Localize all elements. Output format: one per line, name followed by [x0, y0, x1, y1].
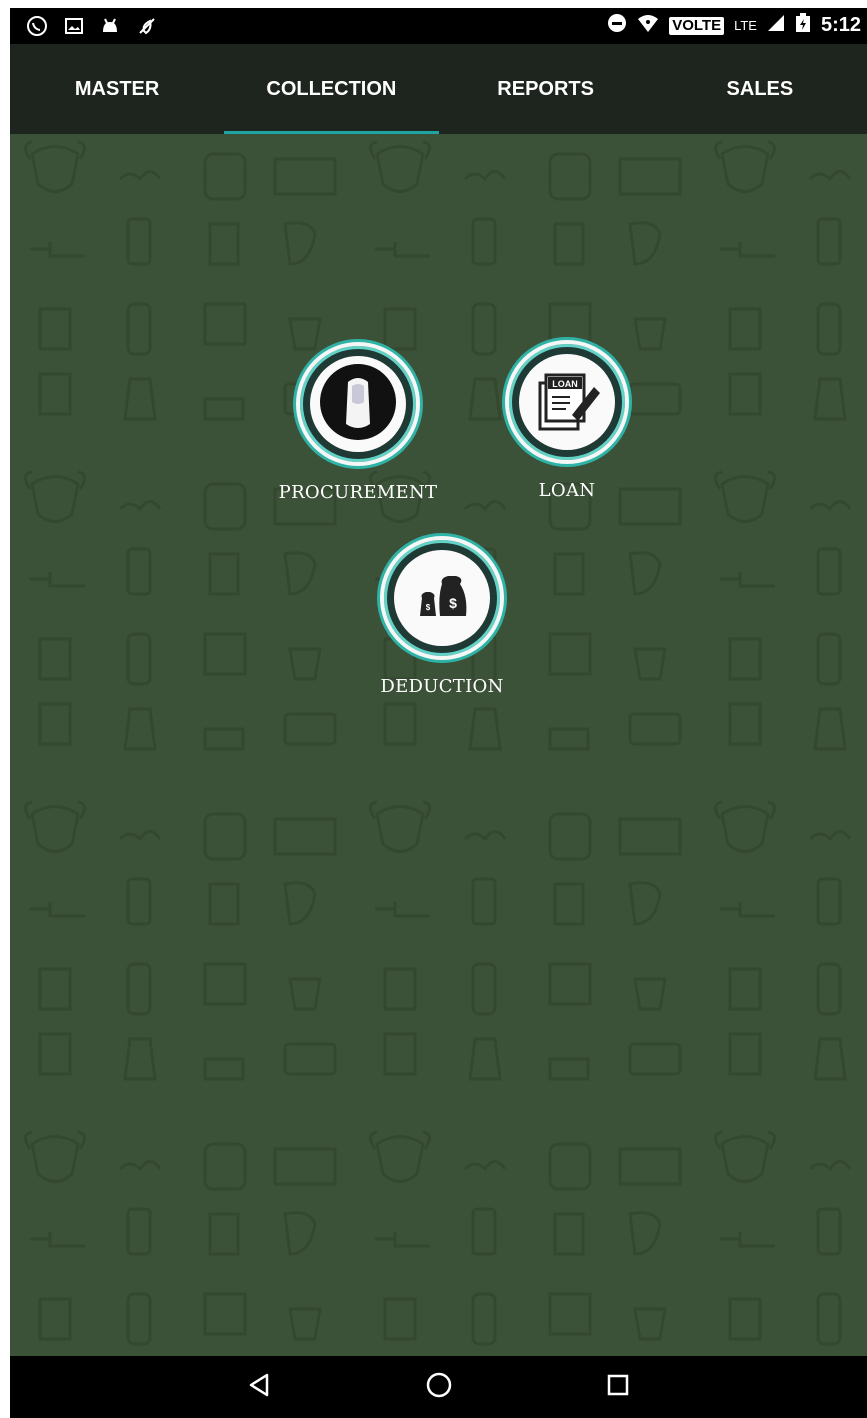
- money-bag-icon: $ $: [412, 566, 472, 630]
- dairy-pattern-background: [10, 134, 867, 1356]
- tab-label: SALES: [726, 77, 794, 100]
- wifi-icon: [637, 13, 659, 38]
- loan-circle: LOAN: [505, 340, 629, 464]
- deduction-icon-wrap: $ $: [394, 550, 490, 646]
- procurement-circle: [296, 342, 420, 466]
- back-button[interactable]: [240, 1367, 280, 1407]
- deduction-circle: $ $: [380, 536, 504, 660]
- android-icon: [100, 16, 120, 40]
- image-icon: [64, 16, 84, 40]
- loan-button[interactable]: LOAN LOAN: [487, 340, 647, 501]
- procurement-label: PROCUREMENT: [278, 482, 438, 503]
- recents-icon: [605, 1372, 631, 1402]
- tab-sales[interactable]: SALES: [653, 44, 867, 134]
- tab-bar: MASTER COLLECTION REPORTS SALES: [10, 44, 867, 134]
- signal-icon: [767, 14, 785, 37]
- recents-button[interactable]: [598, 1367, 638, 1407]
- loan-icon-wrap: LOAN: [519, 354, 615, 450]
- loan-label: LOAN: [538, 480, 596, 501]
- tab-collection[interactable]: COLLECTION: [224, 44, 439, 134]
- back-icon: [247, 1372, 273, 1402]
- loan-icon-text: LOAN: [552, 379, 578, 389]
- milk-pour-icon: [318, 362, 398, 446]
- whatsapp-icon: [26, 15, 48, 41]
- tab-label: COLLECTION: [266, 77, 397, 100]
- tab-label: MASTER: [74, 77, 160, 100]
- network-type: LTE: [734, 18, 757, 33]
- procurement-button[interactable]: PROCUREMENT: [278, 342, 438, 503]
- volte-badge: VOLTE: [669, 16, 725, 35]
- do-not-disturb-icon: [607, 13, 627, 38]
- home-button[interactable]: [419, 1367, 459, 1407]
- status-bar: VOLTE LTE 5:12: [10, 8, 867, 44]
- navigation-bar: [10, 1356, 867, 1418]
- rocket-off-icon: [136, 15, 158, 41]
- loan-document-icon: LOAN: [528, 365, 606, 439]
- svg-text:$: $: [449, 595, 457, 611]
- tab-master[interactable]: MASTER: [10, 44, 224, 134]
- tab-reports[interactable]: REPORTS: [439, 44, 653, 134]
- home-icon: [425, 1371, 453, 1403]
- main-content: PROCUREMENT LOAN LOAN $ $ DEDUCTION: [10, 134, 867, 1356]
- svg-text:$: $: [426, 603, 431, 612]
- battery-icon: [795, 13, 811, 38]
- clock: 5:12: [820, 14, 861, 36]
- deduction-label: DEDUCTION: [380, 676, 504, 697]
- procurement-icon-wrap: [310, 356, 406, 452]
- deduction-button[interactable]: $ $ DEDUCTION: [362, 536, 522, 697]
- tab-label: REPORTS: [497, 77, 594, 100]
